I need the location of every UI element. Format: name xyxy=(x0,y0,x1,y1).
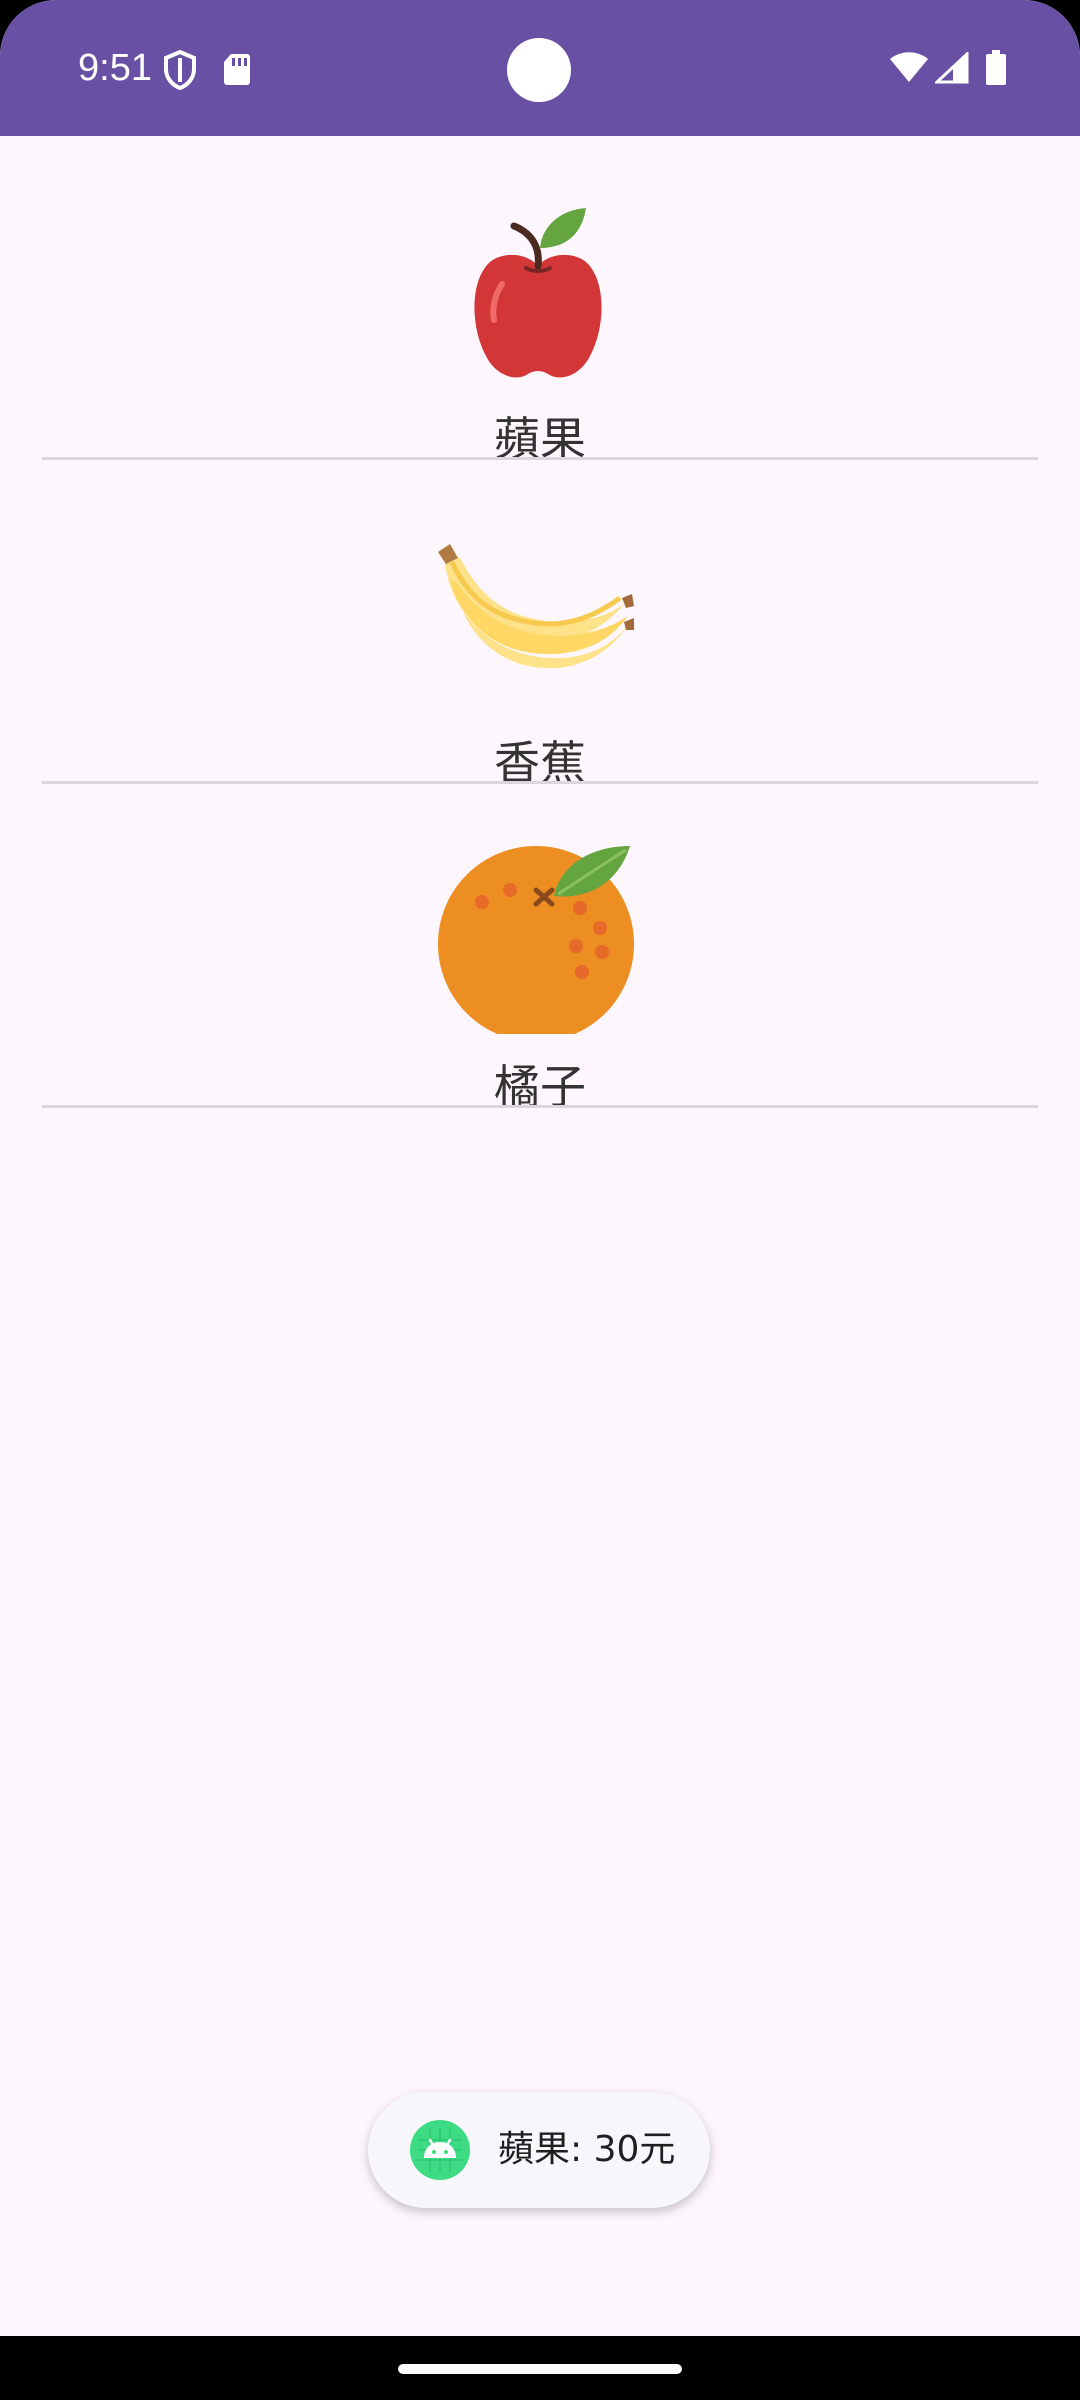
toast: 蘋果: 30元 xyxy=(368,2092,710,2208)
home-handle[interactable] xyxy=(398,2364,682,2374)
app-screen: 9:51 蘋果 香蕉 橘子 蘋果: 30元 xyxy=(0,0,1080,2400)
android-icon xyxy=(410,2120,470,2180)
shield-icon xyxy=(163,49,197,94)
battery-icon xyxy=(985,50,1007,90)
banana-image xyxy=(430,510,650,710)
status-bar: 9:51 xyxy=(0,0,1080,136)
navigation-bar xyxy=(0,2336,1080,2400)
wifi-icon xyxy=(889,50,929,88)
orange-image xyxy=(430,834,650,1034)
list-item-banana[interactable]: 香蕉 xyxy=(0,460,1080,788)
sd-card-icon xyxy=(223,52,251,90)
status-time: 9:51 xyxy=(78,47,152,89)
list-item-apple[interactable]: 蘋果 xyxy=(0,136,1080,464)
camera-cutout xyxy=(507,38,571,102)
cell-signal-icon xyxy=(933,50,969,88)
apple-image xyxy=(430,186,650,386)
toast-message: 蘋果: 30元 xyxy=(498,2129,676,2170)
list-item-orange[interactable]: 橘子 xyxy=(0,784,1080,1112)
divider xyxy=(42,1105,1038,1108)
fruit-list: 蘋果 香蕉 橘子 xyxy=(0,136,1080,1112)
